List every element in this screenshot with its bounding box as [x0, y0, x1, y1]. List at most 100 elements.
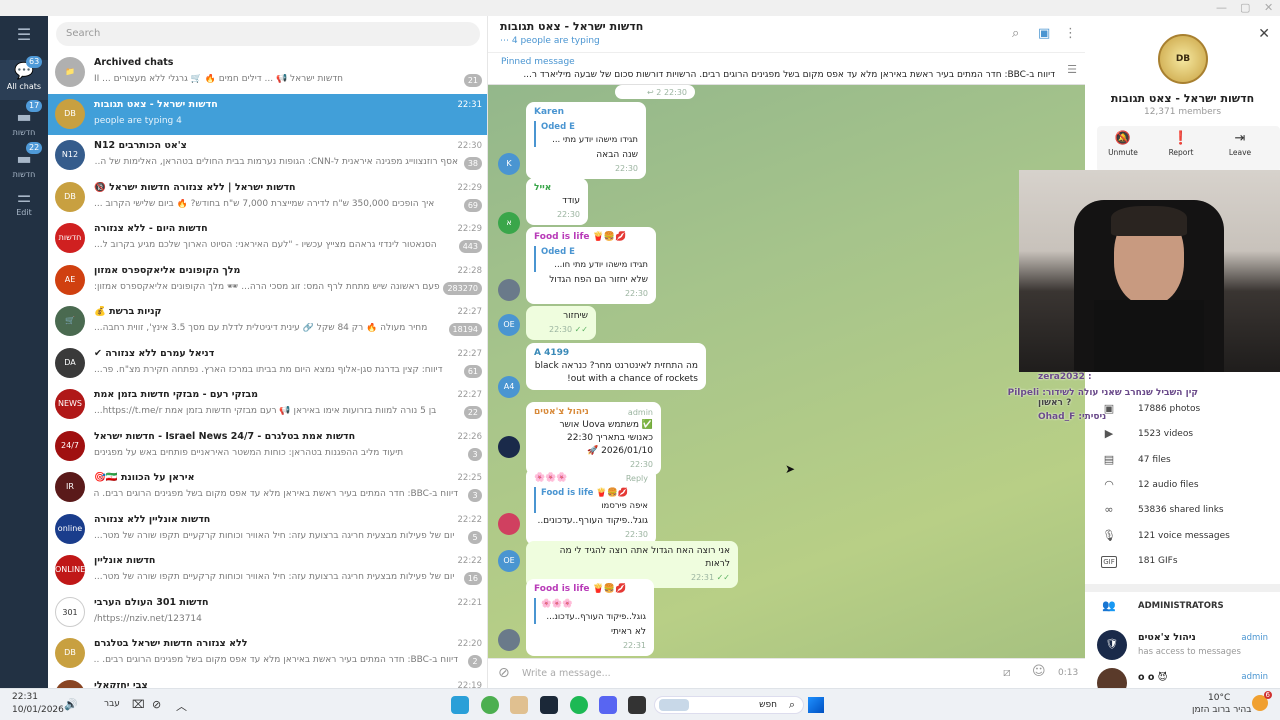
- app-icon[interactable]: [510, 696, 528, 714]
- reply-quote[interactable]: Oded E תגידו מישהו יודע מתי חו...: [534, 246, 648, 272]
- telegram-icon[interactable]: [451, 696, 469, 714]
- attach-icon[interactable]: ⊘: [498, 665, 510, 681]
- message-bubble[interactable]: A 4199 מה התחזית לאינטרנט מחר? כנראה blac…: [526, 343, 706, 390]
- more-icon[interactable]: ⋮: [1064, 26, 1077, 41]
- chrome-icon[interactable]: [481, 696, 499, 714]
- chat-list-item[interactable]: ONLINE חדשות אונליין יום של פעילות מבצעית …: [48, 550, 487, 591]
- chat-list-item[interactable]: 24/7 חדשות אמת בטלגרם - Israel News 24/7 …: [48, 426, 487, 467]
- close-icon[interactable]: ✕: [1258, 26, 1270, 42]
- message-bubble[interactable]: אייל עודד 22:30: [526, 178, 588, 225]
- message-bubble[interactable]: Karen Oded E תגידו מישהו יודע מתי ... שנה ה…: [526, 102, 646, 179]
- time-text: 22:30: [624, 289, 648, 298]
- message-sender[interactable]: Karen: [534, 106, 638, 119]
- chat-list-item[interactable]: N12 צ'אט הכותרבים N12 אסף רוזנצווייג מפגינ…: [48, 135, 487, 176]
- admin-name[interactable]: ניהול צ'אטים: [1138, 632, 1196, 643]
- message-bubble[interactable]: Food is life 🍟🍔💋 🌸🌸🌸 גוגל..פיקוד העורף..עד…: [526, 579, 654, 656]
- chat-list-item[interactable]: online חדשות אונליין ללא צנזורה יום של פעי…: [48, 509, 487, 550]
- minimize-icon[interactable]: —: [1216, 1, 1227, 14]
- user-avatar[interactable]: OE: [498, 314, 520, 336]
- user-avatar[interactable]: OE: [498, 550, 520, 572]
- sidebar-toggle-icon[interactable]: ▣: [1038, 26, 1050, 41]
- reply-quote[interactable]: Food is life 🍟🍔💋 איפה פירסמו: [534, 487, 648, 513]
- message-bubble[interactable]: Food is life 🍟🍔💋 Oded E תגידו מישהו יודע מ…: [526, 227, 656, 304]
- language-indicator[interactable]: עבר: [104, 699, 120, 709]
- message-input[interactable]: Write a message...: [522, 668, 611, 679]
- chat-list-item[interactable]: צי צבי יחזקאלי 22:19: [48, 675, 487, 688]
- maximize-icon[interactable]: ▢: [1240, 1, 1250, 14]
- folder-all-chats[interactable]: 💬 63 All chats: [0, 56, 48, 100]
- chat-list-item[interactable]: חדשות חדשות היום - ללא צנזורה הסנאטור לינד…: [48, 218, 487, 259]
- network-icon[interactable]: ⊘: [152, 698, 161, 711]
- chat-header[interactable]: חדשות ישראל - צאט תגובות ⋯ 4 people are …: [488, 16, 1085, 52]
- user-avatar[interactable]: [498, 513, 520, 535]
- weather-icon[interactable]: 6: [1252, 691, 1272, 711]
- message-sender[interactable]: Food is life 🍟🍔💋: [534, 231, 648, 244]
- close-window-icon[interactable]: ✕: [1264, 1, 1273, 14]
- chat-list-item[interactable]: 📁 Archived chats חדשות ישראל 📢 ... דילים ח…: [48, 52, 487, 93]
- reply-quote[interactable]: Oded E תגידו מישהו יודע מתי ...: [534, 121, 638, 147]
- windows-start-icon[interactable]: [808, 697, 824, 713]
- message-sender[interactable]: 🌸🌸🌸 Reply: [534, 472, 648, 485]
- unmute-button[interactable]: 🔕 Unmute: [1095, 130, 1151, 164]
- user-avatar[interactable]: [498, 629, 520, 651]
- admin-avatar[interactable]: [1097, 668, 1127, 688]
- message-sender[interactable]: Food is life 🍟🍔💋: [534, 583, 646, 596]
- pinned-message[interactable]: Pinned message דיווח ב-BBC: חדר המתים בע…: [488, 52, 1085, 85]
- camera-icon[interactable]: ⌧: [132, 698, 145, 711]
- clock-time[interactable]: 22:31: [12, 692, 38, 702]
- chat-list-item[interactable]: AE מלך הקופונים אליאקספרס אמזון פעם ראשונה…: [48, 260, 487, 301]
- weather-temp[interactable]: 10°C: [1208, 693, 1230, 703]
- user-avatar[interactable]: A4: [498, 376, 520, 398]
- chat-list-item[interactable]: DB חדשות ישראל | ללא צנזורה חדשות ישראל 🔞…: [48, 177, 487, 218]
- report-button[interactable]: ❗ Report: [1153, 130, 1209, 164]
- user-avatar[interactable]: K: [498, 153, 520, 175]
- chat-list-item[interactable]: 301 חדשות 301 העולם הערבי https://nziv.net…: [48, 592, 487, 633]
- message-text: עודד: [562, 196, 580, 206]
- admin-avatar[interactable]: 🛡: [1097, 630, 1127, 660]
- chat-list-item[interactable]: IR איראן על הכוונת 🇮🇷🎯 דיווח ב-BBC: חדר המ…: [48, 467, 487, 508]
- chat-list-item[interactable]: DB ללא צנזורה חדשות ישראל בטלגרם דיווח ב-B…: [48, 633, 487, 674]
- chat-title[interactable]: חדשות ישראל - צאט תגובות: [500, 20, 643, 33]
- weather-text[interactable]: בהיר ברוב הזמן: [1192, 705, 1251, 715]
- message-sender[interactable]: ניהול צ'אטים admin: [534, 406, 653, 419]
- user-avatar[interactable]: [498, 279, 520, 301]
- message-sender[interactable]: A 4199: [534, 347, 698, 360]
- reply-quote[interactable]: 🌸🌸🌸 גוגל..פיקוד העורף..עדכונ...: [534, 598, 646, 624]
- chat-list-item[interactable]: DB חדשות ישראל - צאט תגובות 4 people are t…: [48, 93, 487, 135]
- folder-news-1[interactable]: ▬ 17 חדשות: [0, 100, 48, 144]
- leave-button[interactable]: ⇥ Leave: [1212, 130, 1268, 164]
- chat-list-item[interactable]: DA דניאל עמרם ללא צנזורה ✔ דיווח: קצין בדר…: [48, 343, 487, 384]
- spotify-icon[interactable]: [570, 696, 588, 714]
- terminal-icon[interactable]: [628, 696, 646, 714]
- discord-icon[interactable]: [599, 696, 617, 714]
- folder-news-2[interactable]: ▬ 22 חדשות: [0, 142, 48, 186]
- search-icon[interactable]: ⌕: [1012, 26, 1019, 41]
- shared-media-item[interactable]: ◠ 12 audio files: [1101, 476, 1276, 498]
- folder-rail: ☰ 💬 63 All chats ▬ 17 חדשות ▬ 22 חדשות ⚌…: [0, 16, 48, 688]
- channel-avatar[interactable]: DB: [1158, 34, 1208, 84]
- admin-name[interactable]: o o 😈: [1138, 672, 1168, 683]
- menu-icon[interactable]: ☰: [0, 26, 48, 46]
- shared-media-item[interactable]: ∞ 53836 shared links: [1101, 501, 1276, 523]
- search-input[interactable]: Search: [56, 22, 480, 46]
- shared-media-item[interactable]: ▤ 47 files: [1101, 451, 1276, 473]
- message-bubble[interactable]: שיחזור 22:30 ✓✓: [526, 306, 596, 340]
- volume-icon[interactable]: 🔊: [64, 698, 78, 711]
- pin-list-icon[interactable]: ☰: [1067, 63, 1077, 76]
- shared-media-item[interactable]: GIF 181 GIFs: [1101, 552, 1276, 574]
- shared-media-item[interactable]: 🎙 121 voice messages: [1101, 527, 1276, 549]
- steam-icon[interactable]: [540, 696, 558, 714]
- message-bubble[interactable]: 🌸🌸🌸 Reply Food is life 🍟🍔💋 איפה פירסמו גוגל…: [526, 468, 656, 545]
- emoji-icon[interactable]: ☺: [1032, 664, 1046, 679]
- tray-chevron-icon[interactable]: ︿: [176, 698, 187, 714]
- commands-icon[interactable]: ⧄: [1003, 665, 1011, 680]
- chat-list-item[interactable]: 🛒 קניות ברשת 💰 מחיר מעולה 🔥 רק 84 שקל 🔗 עי…: [48, 301, 487, 342]
- user-avatar[interactable]: [498, 436, 520, 458]
- message-bubble[interactable]: ניהול צ'אטים admin ✅ משתמש Uova אושר כאנו…: [526, 402, 661, 475]
- taskbar-search[interactable]: חפש ⌕: [654, 696, 804, 714]
- user-avatar[interactable]: א: [498, 212, 520, 234]
- edit-folders[interactable]: ⚌ Edit: [0, 188, 48, 224]
- clock-date[interactable]: 10/01/2026: [12, 705, 64, 715]
- chat-list-item[interactable]: NEWS מבזקי רעם - מבזקי חדשות בזמן אמת בן 5…: [48, 384, 487, 425]
- message-sender[interactable]: אייל: [534, 182, 580, 195]
